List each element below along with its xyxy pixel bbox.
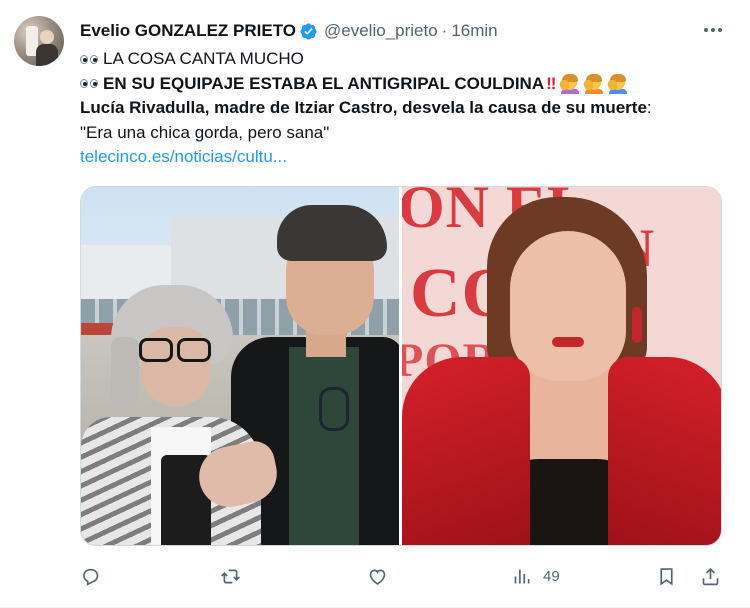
tweet-line-3-text: Lucía Rivadulla, madre de Itziar Castro,… — [80, 98, 647, 117]
facepalm-woman-icon — [558, 73, 580, 94]
more-icon[interactable] — [700, 20, 726, 40]
views-count: 49 — [543, 567, 560, 585]
media-grid: ON EL COR POR ON — [80, 186, 722, 546]
avatar[interactable] — [14, 16, 64, 66]
article-link[interactable]: telecinco.es/noticias/cultu... — [80, 145, 287, 170]
tweet-line-3-colon: : — [646, 98, 652, 117]
retweet-button[interactable] — [220, 560, 241, 592]
eyes-icon — [80, 54, 98, 64]
verified-badge-icon — [300, 22, 317, 40]
separator-dot: · — [441, 21, 448, 40]
views-icon — [514, 569, 530, 583]
author-name[interactable]: Evelio GONZALEZ PRIETO — [80, 21, 296, 41]
tweet-line-1-text: LA COSA CANTA MUCHO — [103, 49, 304, 68]
views-button[interactable]: 49 — [512, 560, 560, 592]
tweet-line-3: Lucía Rivadulla, madre de Itziar Castro,… — [80, 96, 730, 121]
timestamp[interactable]: 16min — [451, 21, 497, 41]
share-button[interactable] — [700, 560, 721, 592]
tweet[interactable]: Evelio GONZALEZ PRIETO @evelio_prieto · … — [0, 0, 750, 608]
facepalm-man-icon — [606, 73, 628, 94]
bookmark-icon — [660, 567, 673, 586]
eyes-icon — [80, 79, 98, 89]
tweet-actions: 49 — [80, 560, 730, 592]
facepalm-person-icon — [582, 73, 604, 94]
tweet-line-2-text: EN SU EQUIPAJE ESTABA EL ANTIGRIPAL COUL… — [103, 73, 545, 93]
tweet-line-1: LA COSA CANTA MUCHO — [80, 47, 730, 72]
photo-right[interactable]: ON EL COR POR ON — [402, 187, 721, 545]
like-button[interactable] — [367, 560, 388, 592]
tweet-quote-text: "Era una chica gorda, pero sana" — [80, 122, 330, 142]
tweet-line-4: "Era una chica gorda, pero sana" — [80, 121, 730, 146]
bookmark-button[interactable] — [656, 560, 677, 592]
author-handle[interactable]: @evelio_prieto — [324, 21, 438, 41]
photo-left[interactable] — [81, 187, 399, 545]
reply-button[interactable] — [80, 560, 101, 592]
reply-icon — [83, 568, 99, 586]
share-icon — [702, 567, 719, 585]
tweet-header: Evelio GONZALEZ PRIETO @evelio_prieto · … — [80, 19, 498, 43]
like-icon — [369, 569, 386, 585]
tweet-line-2: EN SU EQUIPAJE ESTABA EL ANTIGRIPAL COUL… — [80, 72, 730, 97]
retweet-icon — [220, 569, 241, 583]
double-exclamation-icon: !! — [546, 73, 556, 93]
tweet-text: LA COSA CANTA MUCHO EN SU EQUIPAJE ESTAB… — [80, 47, 730, 170]
tweet-line-5: telecinco.es/noticias/cultu... — [80, 145, 730, 170]
